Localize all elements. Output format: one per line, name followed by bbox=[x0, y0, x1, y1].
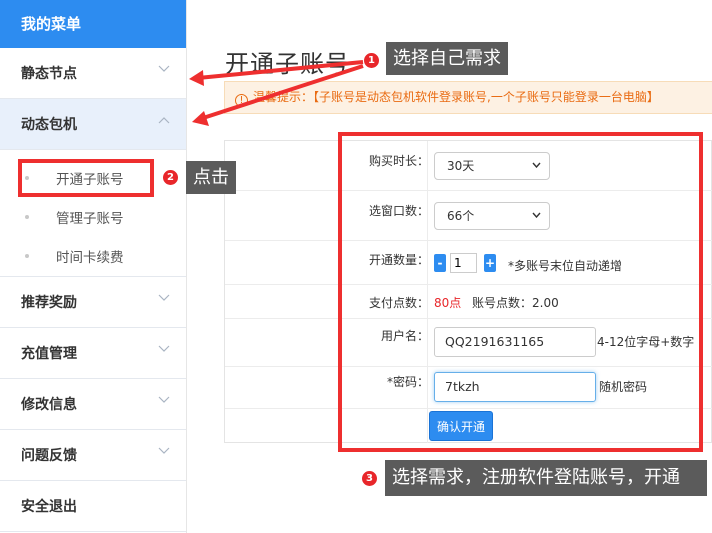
page: 我的菜单 静态节点 动态包机 开通子账号 管理子账号 时间卡续费 推荐奖励 充值… bbox=[0, 0, 712, 533]
chevron-down-icon bbox=[158, 396, 170, 406]
notice-text: 温馨提示：【子账号是动态包机软件登录账号,一个子账号只能登录一台电脑】 bbox=[253, 90, 659, 104]
bullet-icon bbox=[25, 214, 29, 219]
sidebar-item-static-node[interactable]: 静态节点 bbox=[0, 48, 186, 99]
annotation-step3-label: 选择需求，注册软件登陆账号，开通 bbox=[385, 460, 707, 496]
sidebar-item-edit-info[interactable]: 修改信息 bbox=[0, 379, 186, 430]
annotation-step-badge: 1 bbox=[364, 53, 379, 68]
submenu-item-label: 时间卡续费 bbox=[56, 249, 124, 266]
sidebar-item-logout[interactable]: 安全退出 bbox=[0, 481, 186, 532]
chevron-down-icon bbox=[158, 447, 170, 457]
sidebar-item-label: 安全退出 bbox=[21, 499, 77, 515]
sidebar-header: 我的菜单 bbox=[0, 0, 186, 48]
annotation-step1-label: 选择自己需求 bbox=[386, 42, 508, 75]
annotation-highlight-submenu bbox=[18, 159, 154, 197]
annotation-step2-label: 点击 bbox=[186, 161, 236, 194]
submenu-item-label: 管理子账号 bbox=[56, 210, 124, 227]
notice-bar: ! 温馨提示：【子账号是动态包机软件登录账号,一个子账号只能登录一台电脑】 bbox=[224, 81, 712, 114]
sidebar: 我的菜单 静态节点 动态包机 开通子账号 管理子账号 时间卡续费 推荐奖励 充值… bbox=[0, 0, 187, 533]
sidebar-item-label: 修改信息 bbox=[21, 397, 77, 413]
submenu-item-manage-subaccount[interactable]: 管理子账号 bbox=[0, 197, 186, 236]
annotation-step-badge: 3 bbox=[362, 471, 377, 486]
sidebar-item-referral-reward[interactable]: 推荐奖励 bbox=[0, 277, 186, 328]
sidebar-item-label: 动态包机 bbox=[21, 117, 77, 133]
sidebar-item-label: 静态节点 bbox=[21, 66, 77, 82]
sidebar-item-dynamic-package[interactable]: 动态包机 bbox=[0, 99, 186, 150]
submenu-item-time-card-renew[interactable]: 时间卡续费 bbox=[0, 236, 186, 275]
chevron-up-icon bbox=[158, 116, 170, 126]
chevron-down-icon bbox=[158, 65, 170, 75]
info-icon: ! bbox=[235, 94, 248, 107]
chevron-down-icon bbox=[158, 294, 170, 304]
sidebar-item-recharge[interactable]: 充值管理 bbox=[0, 328, 186, 379]
page-title: 开通子账号 bbox=[225, 50, 350, 78]
chevron-down-icon bbox=[158, 345, 170, 355]
annotation-highlight-form bbox=[338, 132, 703, 452]
sidebar-item-label: 问题反馈 bbox=[21, 448, 77, 464]
sidebar-item-label: 充值管理 bbox=[21, 346, 77, 362]
annotation-step-badge: 2 bbox=[163, 170, 178, 185]
sidebar-item-label: 推荐奖励 bbox=[21, 295, 77, 311]
sidebar-item-feedback[interactable]: 问题反馈 bbox=[0, 430, 186, 481]
bullet-icon bbox=[25, 253, 29, 258]
